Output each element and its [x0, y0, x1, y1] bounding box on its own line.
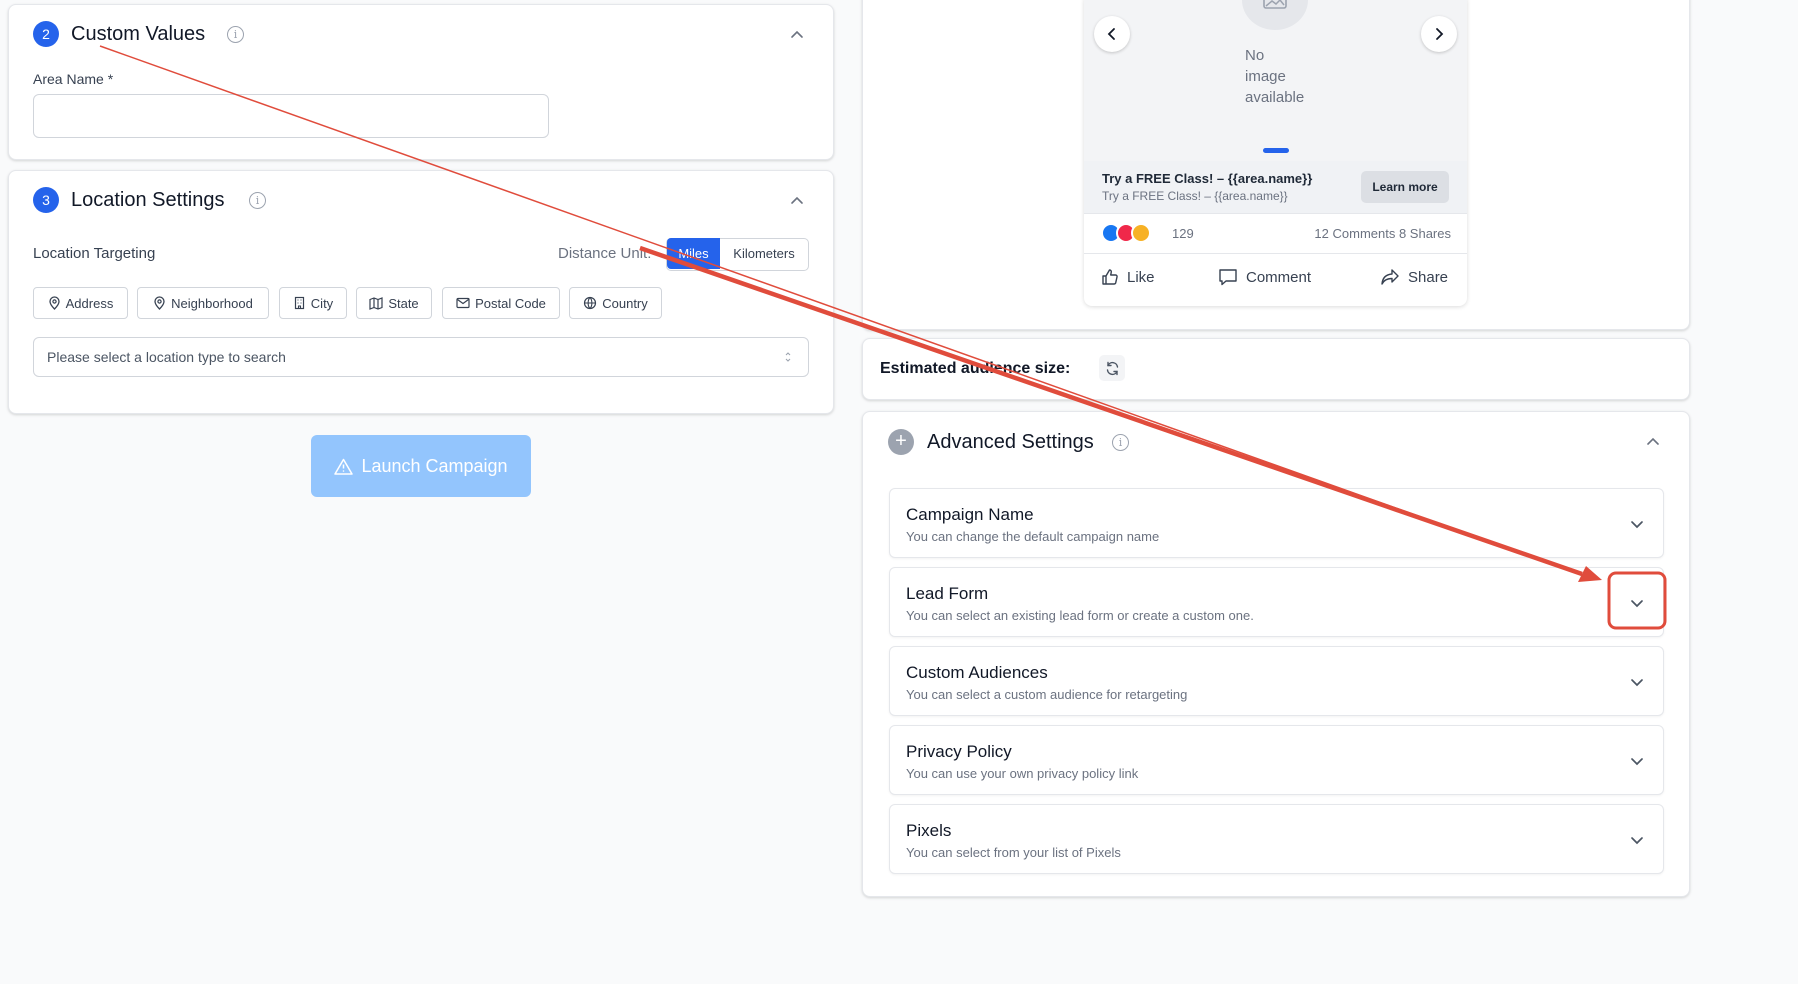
share-action-button[interactable]: Share [1380, 268, 1448, 286]
refresh-icon [1106, 361, 1118, 375]
divider [1084, 253, 1467, 254]
privacy-policy-accordion[interactable]: Privacy Policy You can use your own priv… [889, 725, 1664, 795]
chevron-down-icon[interactable] [1625, 828, 1649, 852]
chevron-up-icon[interactable] [1641, 430, 1665, 454]
section-title: Location Settings [71, 189, 225, 211]
campaign-name-accordion[interactable]: Campaign Name You can change the default… [889, 488, 1664, 558]
no-image-text: No image available [1245, 47, 1305, 106]
pixels-accordion[interactable]: Pixels You can select from your list of … [889, 804, 1664, 874]
ad-headline: Try a FREE Class! – {{area.name}} [1102, 171, 1313, 186]
unit-miles-button[interactable]: Miles [667, 238, 720, 269]
launch-campaign-button[interactable]: Launch Campaign [311, 435, 531, 497]
building-icon [294, 296, 304, 310]
location-targeting-label: Location Targeting [33, 245, 156, 262]
info-icon[interactable]: i [249, 192, 266, 209]
care-reaction-icon [1131, 223, 1151, 243]
carousel-prev-button[interactable] [1094, 16, 1130, 52]
like-action-button[interactable]: Like [1101, 268, 1155, 286]
chevron-right-icon [1436, 28, 1444, 40]
audience-size-card: Estimated audience size: [862, 338, 1690, 400]
map-icon [369, 296, 383, 310]
chevron-down-icon[interactable] [1625, 512, 1649, 536]
location-type-state[interactable]: State [356, 287, 432, 319]
chevron-down-icon[interactable] [1625, 591, 1649, 615]
area-name-input[interactable] [33, 94, 549, 138]
custom-audiences-accordion[interactable]: Custom Audiences You can select a custom… [889, 646, 1664, 716]
carousel-next-button[interactable] [1421, 16, 1457, 52]
warning-triangle-icon [334, 458, 354, 475]
carousel-indicator [1263, 148, 1289, 153]
chevron-up-icon[interactable] [785, 189, 809, 213]
unit-kilometers-button[interactable]: Kilometers [720, 238, 808, 269]
reaction-icons [1101, 222, 1161, 244]
select-arrows-icon [784, 348, 792, 371]
learn-more-button[interactable]: Learn more [1361, 171, 1449, 203]
comment-icon [1219, 269, 1237, 286]
advanced-settings-title: Advanced Settings [927, 431, 1094, 453]
chevron-down-icon[interactable] [1625, 670, 1649, 694]
reaction-count: 129 [1172, 226, 1194, 241]
share-icon [1381, 269, 1399, 285]
chevron-up-icon[interactable] [785, 23, 809, 47]
custom-values-card: 2 Custom Values i Area Name * [8, 4, 834, 160]
map-pin-icon [154, 296, 165, 310]
step-badge: 3 [33, 187, 59, 213]
location-type-country[interactable]: Country [569, 287, 662, 319]
ad-subline: Try a FREE Class! – {{area.name}} [1102, 189, 1288, 203]
mail-icon [456, 297, 470, 309]
audience-size-label: Estimated audience size: [880, 360, 1071, 377]
chevron-left-icon [1107, 28, 1115, 40]
thumbs-up-icon [1102, 269, 1118, 285]
map-pin-icon [48, 296, 60, 310]
info-icon[interactable]: i [1112, 434, 1129, 451]
info-icon[interactable]: i [227, 26, 244, 43]
engagement-count: 12 Comments 8 Shares [1314, 226, 1451, 241]
location-type-city[interactable]: City [279, 287, 347, 319]
section-title: Custom Values [71, 23, 206, 45]
select-placeholder: Please select a location type to search [47, 349, 286, 365]
chevron-down-icon[interactable] [1625, 749, 1649, 773]
location-type-postal-code[interactable]: Postal Code [442, 287, 560, 319]
expand-circle-icon: + [888, 429, 914, 455]
location-type-select[interactable]: Please select a location type to search [33, 337, 809, 377]
location-type-neighborhood[interactable]: Neighborhood [137, 287, 269, 319]
refresh-button[interactable] [1099, 355, 1125, 381]
step-badge: 2 [33, 21, 59, 47]
area-name-label: Area Name * [33, 71, 114, 87]
ad-headline-strip: Try a FREE Class! – {{area.name}} Try a … [1084, 161, 1467, 214]
lead-form-accordion[interactable]: Lead Form You can select an existing lea… [889, 567, 1664, 637]
location-type-address[interactable]: Address [33, 287, 128, 319]
distance-unit-label: Distance Unit: [558, 245, 652, 262]
globe-icon [584, 296, 597, 310]
comment-action-button[interactable]: Comment [1218, 268, 1311, 286]
